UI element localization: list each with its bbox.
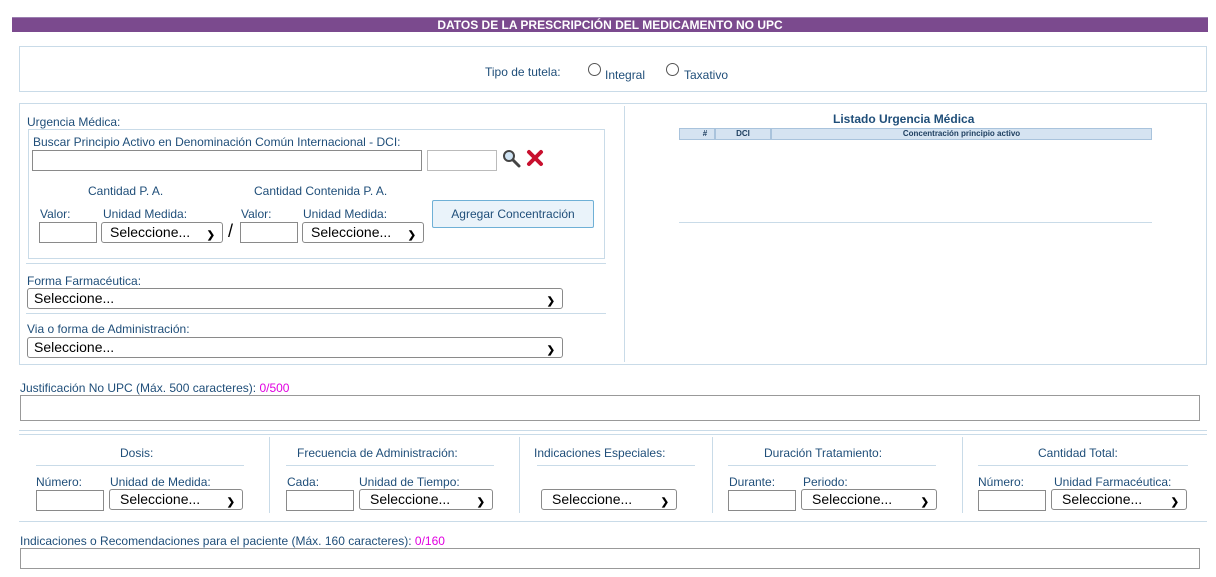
valor-label-2: Valor: <box>241 207 272 221</box>
taxativo-radio[interactable] <box>666 63 679 76</box>
chevron-down-icon: ❯ <box>206 230 215 241</box>
cantidad-pa-label: Cantidad P. A. <box>88 184 164 198</box>
indicaciones-especiales-select[interactable]: Seleccione... ❯ <box>541 489 677 510</box>
unidad-medida-select-2[interactable]: Seleccione... ❯ <box>302 222 424 243</box>
forma-farmaceutica-label: Forma Farmacéutica: <box>27 274 142 288</box>
divider <box>26 313 606 314</box>
duracion-periodo-select[interactable]: Seleccione... ❯ <box>801 489 937 510</box>
divider <box>19 430 1207 431</box>
listado-table-bottom <box>679 222 1152 223</box>
via-administracion-label: Via o forma de Administración: <box>27 322 190 336</box>
col-divider <box>712 437 713 513</box>
col-divider <box>962 437 963 513</box>
frecuencia-unidad-select[interactable]: Seleccione... ❯ <box>359 489 493 510</box>
cantidad-contenida-label: Cantidad Contenida P. A. <box>254 184 388 198</box>
divider <box>978 465 1188 466</box>
urgencia-title: Urgencia Médica: <box>27 115 121 129</box>
taxativo-radio-label: Taxativo <box>684 68 729 82</box>
divider <box>26 263 606 264</box>
frecuencia-title: Frecuencia de Administración: <box>297 446 458 460</box>
fraction-separator: / <box>228 221 234 241</box>
valor-label-1: Valor: <box>40 207 71 221</box>
cantidad-total-numero-label: Número: <box>978 475 1025 489</box>
agregar-concentracion-button[interactable]: Agregar Concentración <box>432 200 594 228</box>
valor-input-1[interactable] <box>39 222 97 243</box>
divider <box>19 434 1207 435</box>
divider <box>19 521 1207 522</box>
valor-input-2[interactable] <box>240 222 298 243</box>
listado-table-header: # DCI Concentración principio activo <box>679 128 1152 140</box>
integral-radio[interactable] <box>588 63 601 76</box>
col-divider <box>269 437 270 513</box>
recomendaciones-label: Indicaciones o Recomendaciones para el p… <box>20 534 445 548</box>
duracion-durante-label: Durante: <box>729 475 776 489</box>
justificacion-textarea[interactable] <box>20 395 1200 421</box>
panel-divider <box>624 106 625 362</box>
indicaciones-especiales-title: Indicaciones Especiales: <box>534 446 666 460</box>
chevron-down-icon: ❯ <box>546 296 555 307</box>
frecuencia-cada-input[interactable] <box>286 490 354 511</box>
frecuencia-unidad-label: Unidad de Tiempo: <box>359 475 460 489</box>
section-header: DATOS DE LA PRESCRIPCIÓN DEL MEDICAMENTO… <box>12 17 1208 32</box>
divider <box>728 465 936 466</box>
dosis-numero-label: Número: <box>36 475 83 489</box>
listado-title: Listado Urgencia Médica <box>833 112 975 126</box>
cantidad-total-numero-input[interactable] <box>978 490 1046 511</box>
chevron-down-icon: ❯ <box>920 497 929 508</box>
dci-search-input[interactable] <box>32 150 422 171</box>
table-header-dci: DCI <box>715 128 771 140</box>
col-divider <box>519 437 520 513</box>
tutela-label: Tipo de tutela: <box>485 65 561 79</box>
divider <box>537 465 695 466</box>
dosis-title: Dosis: <box>120 446 154 460</box>
justificacion-counter: 0/500 <box>259 381 290 395</box>
via-administracion-select[interactable]: Seleccione... ❯ <box>27 337 563 358</box>
duracion-periodo-label: Periodo: <box>803 475 848 489</box>
duracion-title: Duración Tratamiento: <box>764 446 883 460</box>
chevron-down-icon: ❯ <box>546 345 555 356</box>
cantidad-total-title: Cantidad Total: <box>1038 446 1118 460</box>
cantidad-total-unidad-label: Unidad Farmacéutica: <box>1054 475 1172 489</box>
chevron-down-icon: ❯ <box>407 230 416 241</box>
chevron-down-icon: ❯ <box>1170 497 1179 508</box>
dci-code-input[interactable] <box>427 150 497 171</box>
chevron-down-icon: ❯ <box>226 497 235 508</box>
dci-search-label: Buscar Principio Activo en Denominación … <box>33 135 401 149</box>
cantidad-total-unidad-select[interactable]: Seleccione... ❯ <box>1051 489 1187 510</box>
chevron-down-icon: ❯ <box>660 497 669 508</box>
unidad-medida-label-1: Unidad Medida: <box>103 207 188 221</box>
dosis-numero-input[interactable] <box>36 490 104 511</box>
chevron-down-icon: ❯ <box>476 497 485 508</box>
unidad-medida-label-2: Unidad Medida: <box>303 207 388 221</box>
clear-icon[interactable] <box>525 148 545 168</box>
table-header-concentracion: Concentración principio activo <box>771 128 1152 140</box>
dosis-unidad-select[interactable]: Seleccione... ❯ <box>109 489 243 510</box>
search-icon[interactable] <box>501 148 521 168</box>
divider <box>286 465 494 466</box>
dosis-unidad-label: Unidad de Medida: <box>110 475 211 489</box>
recomendaciones-counter: 0/160 <box>414 534 445 548</box>
duracion-durante-input[interactable] <box>728 490 796 511</box>
forma-farmaceutica-select[interactable]: Seleccione... ❯ <box>27 288 563 309</box>
justificacion-label: Justificación No UPC (Máx. 500 caractere… <box>20 381 290 395</box>
divider <box>36 465 244 466</box>
frecuencia-cada-label: Cada: <box>287 475 320 489</box>
integral-radio-label: Integral <box>605 68 646 82</box>
table-header-num: # <box>679 128 715 140</box>
unidad-medida-select-1[interactable]: Seleccione... ❯ <box>101 222 223 243</box>
recomendaciones-textarea[interactable] <box>20 548 1200 569</box>
